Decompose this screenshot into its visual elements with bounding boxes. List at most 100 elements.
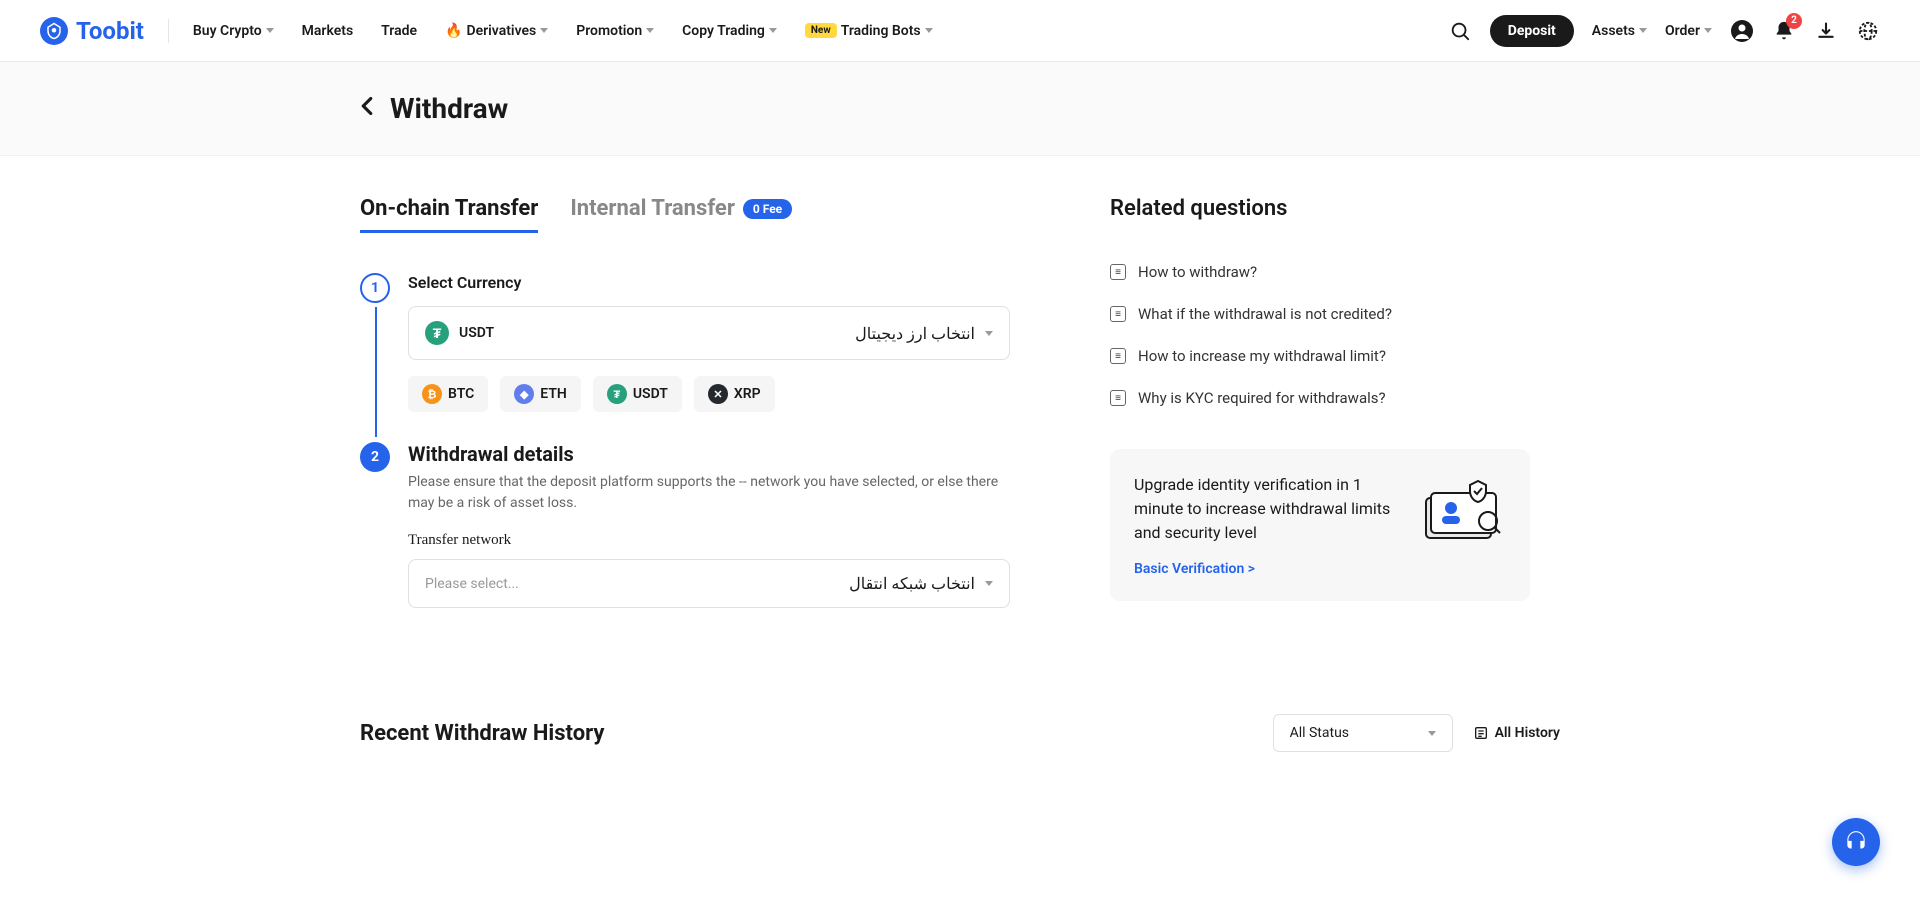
tab-internal[interactable]: Internal Transfer 0 Fee <box>570 196 792 233</box>
coin-label: BTC <box>448 386 474 402</box>
search-icon <box>1449 20 1471 42</box>
transfer-tabs: On-chain Transfer Internal Transfer 0 Fe… <box>360 196 1010 233</box>
status-filter-value: All Status <box>1290 725 1349 741</box>
support-fab[interactable] <box>1832 818 1880 866</box>
document-icon: ≡ <box>1110 306 1126 322</box>
quick-coin-btc[interactable]: ₿ BTC <box>408 376 488 412</box>
globe-button[interactable] <box>1856 19 1880 43</box>
step-2-title: Withdrawal details <box>408 442 1010 466</box>
chevron-down-icon <box>925 28 933 33</box>
faq-text: What if the withdrawal is not credited? <box>1138 305 1392 323</box>
header-right: Deposit Assets Order 2 <box>1448 15 1880 47</box>
faq-text: How to increase my withdrawal limit? <box>1138 347 1386 365</box>
main-header: Toobit Buy Crypto Markets Trade 🔥Derivat… <box>0 0 1920 62</box>
network-field-label: Transfer network <box>408 532 1010 549</box>
nav-buy-crypto[interactable]: Buy Crypto <box>193 23 274 39</box>
faq-item[interactable]: ≡ Why is KYC required for withdrawals? <box>1110 377 1530 419</box>
nav-label: Assets <box>1592 23 1635 39</box>
btc-icon: ₿ <box>422 384 442 404</box>
step-number-1: 1 <box>360 273 390 303</box>
selected-coin: USDT <box>459 325 494 341</box>
faq-text: Why is KYC required for withdrawals? <box>1138 389 1386 407</box>
usdt-icon: ₮ <box>425 321 449 345</box>
withdraw-form: On-chain Transfer Internal Transfer 0 Fe… <box>360 196 1010 654</box>
faq-text: How to withdraw? <box>1138 263 1257 281</box>
main-nav: Buy Crypto Markets Trade 🔥Derivatives Pr… <box>193 23 933 39</box>
xrp-icon: ✕ <box>708 384 728 404</box>
nav-label: Buy Crypto <box>193 23 262 39</box>
nav-label: Trade <box>381 23 417 39</box>
step-1-label: Select Currency <box>408 273 1010 292</box>
document-icon: ≡ <box>1110 348 1126 364</box>
user-button[interactable] <box>1730 19 1754 43</box>
basic-verification-link[interactable]: Basic Verification > <box>1134 561 1396 577</box>
chevron-down-icon <box>769 28 777 33</box>
chevron-down-icon <box>985 581 993 586</box>
coin-label: XRP <box>734 386 761 402</box>
headset-icon <box>1843 829 1869 855</box>
history-section: Recent Withdraw History All Status All H… <box>360 714 1560 752</box>
page-header: Withdraw <box>0 62 1920 156</box>
coin-label: USDT <box>633 386 668 402</box>
verification-illustration <box>1416 473 1506 543</box>
nav-assets[interactable]: Assets <box>1592 23 1647 39</box>
logo[interactable]: Toobit <box>40 17 144 45</box>
globe-icon <box>1857 20 1879 42</box>
faq-item[interactable]: ≡ How to increase my withdrawal limit? <box>1110 335 1530 377</box>
usdt-icon: ₮ <box>607 384 627 404</box>
nav-trade[interactable]: Trade <box>381 23 417 39</box>
nav-label: Promotion <box>576 23 642 39</box>
download-icon <box>1816 21 1836 41</box>
faq-item[interactable]: ≡ What if the withdrawal is not credited? <box>1110 293 1530 335</box>
nav-label: Derivatives <box>466 23 536 39</box>
faq-item[interactable]: ≡ How to withdraw? <box>1110 251 1530 293</box>
nav-markets[interactable]: Markets <box>302 23 354 39</box>
currency-select[interactable]: ₮ USDT انتخاب ارز دیجیتال <box>408 306 1010 360</box>
nav-derivatives[interactable]: 🔥Derivatives <box>445 23 548 39</box>
list-icon <box>1473 725 1489 741</box>
chevron-down-icon <box>1639 28 1647 33</box>
document-icon: ≡ <box>1110 264 1126 280</box>
nav-trading-bots[interactable]: NewTrading Bots <box>805 23 933 39</box>
page-title: Withdraw <box>390 92 508 125</box>
fire-icon: 🔥 <box>445 23 462 39</box>
nav-label: Markets <box>302 23 354 39</box>
step-2-description: Please ensure that the deposit platform … <box>408 472 1010 514</box>
chevron-down-icon <box>540 28 548 33</box>
all-history-link[interactable]: All History <box>1473 725 1560 741</box>
chevron-down-icon <box>646 28 654 33</box>
nav-label: Order <box>1665 23 1700 39</box>
network-select[interactable]: Please select... انتخاب شبکه انتقال <box>408 559 1010 608</box>
quick-coin-eth[interactable]: ◆ETH <box>500 376 581 412</box>
nav-promotion[interactable]: Promotion <box>576 23 654 39</box>
sidebar: Related questions ≡ How to withdraw? ≡ Wha… <box>1110 196 1530 654</box>
download-button[interactable] <box>1814 19 1838 43</box>
upgrade-verification-card: Upgrade identity verification in 1 minut… <box>1110 449 1530 601</box>
nav-copy-trading[interactable]: Copy Trading <box>682 23 777 39</box>
currency-select-hint: انتخاب ارز دیجیتال <box>855 324 975 343</box>
fee-badge: 0 Fee <box>743 199 792 219</box>
notifications-button[interactable]: 2 <box>1772 19 1796 43</box>
chevron-down-icon <box>266 28 274 33</box>
quick-coin-xrp[interactable]: ✕ XRP <box>694 376 775 412</box>
deposit-button[interactable]: Deposit <box>1490 15 1574 47</box>
notification-count-badge: 2 <box>1786 13 1802 29</box>
chevron-down-icon <box>1428 731 1436 736</box>
search-button[interactable] <box>1448 19 1472 43</box>
tab-label: Internal Transfer <box>570 196 735 221</box>
logo-icon <box>40 17 68 45</box>
nav-order[interactable]: Order <box>1665 23 1712 39</box>
upgrade-message: Upgrade identity verification in 1 minut… <box>1134 473 1396 545</box>
header-divider <box>168 19 169 43</box>
status-filter-select[interactable]: All Status <box>1273 714 1453 752</box>
chevron-down-icon <box>985 331 993 336</box>
logo-text: Toobit <box>76 17 144 45</box>
network-select-hint: انتخاب شبکه انتقال <box>849 574 975 593</box>
quick-coin-usdt[interactable]: ₮ USDT <box>593 376 682 412</box>
step-select-currency: 1 Select Currency ₮ USDT انتخاب ارز دیجی… <box>360 273 1010 412</box>
tab-onchain[interactable]: On-chain Transfer <box>360 196 538 233</box>
document-icon: ≡ <box>1110 390 1126 406</box>
sidebar-title: Related questions <box>1110 196 1530 221</box>
quick-coin-list: ₿ BTC ◆ETH ₮ USDT ✕ XRP <box>408 376 1010 412</box>
back-button[interactable] <box>360 96 374 122</box>
